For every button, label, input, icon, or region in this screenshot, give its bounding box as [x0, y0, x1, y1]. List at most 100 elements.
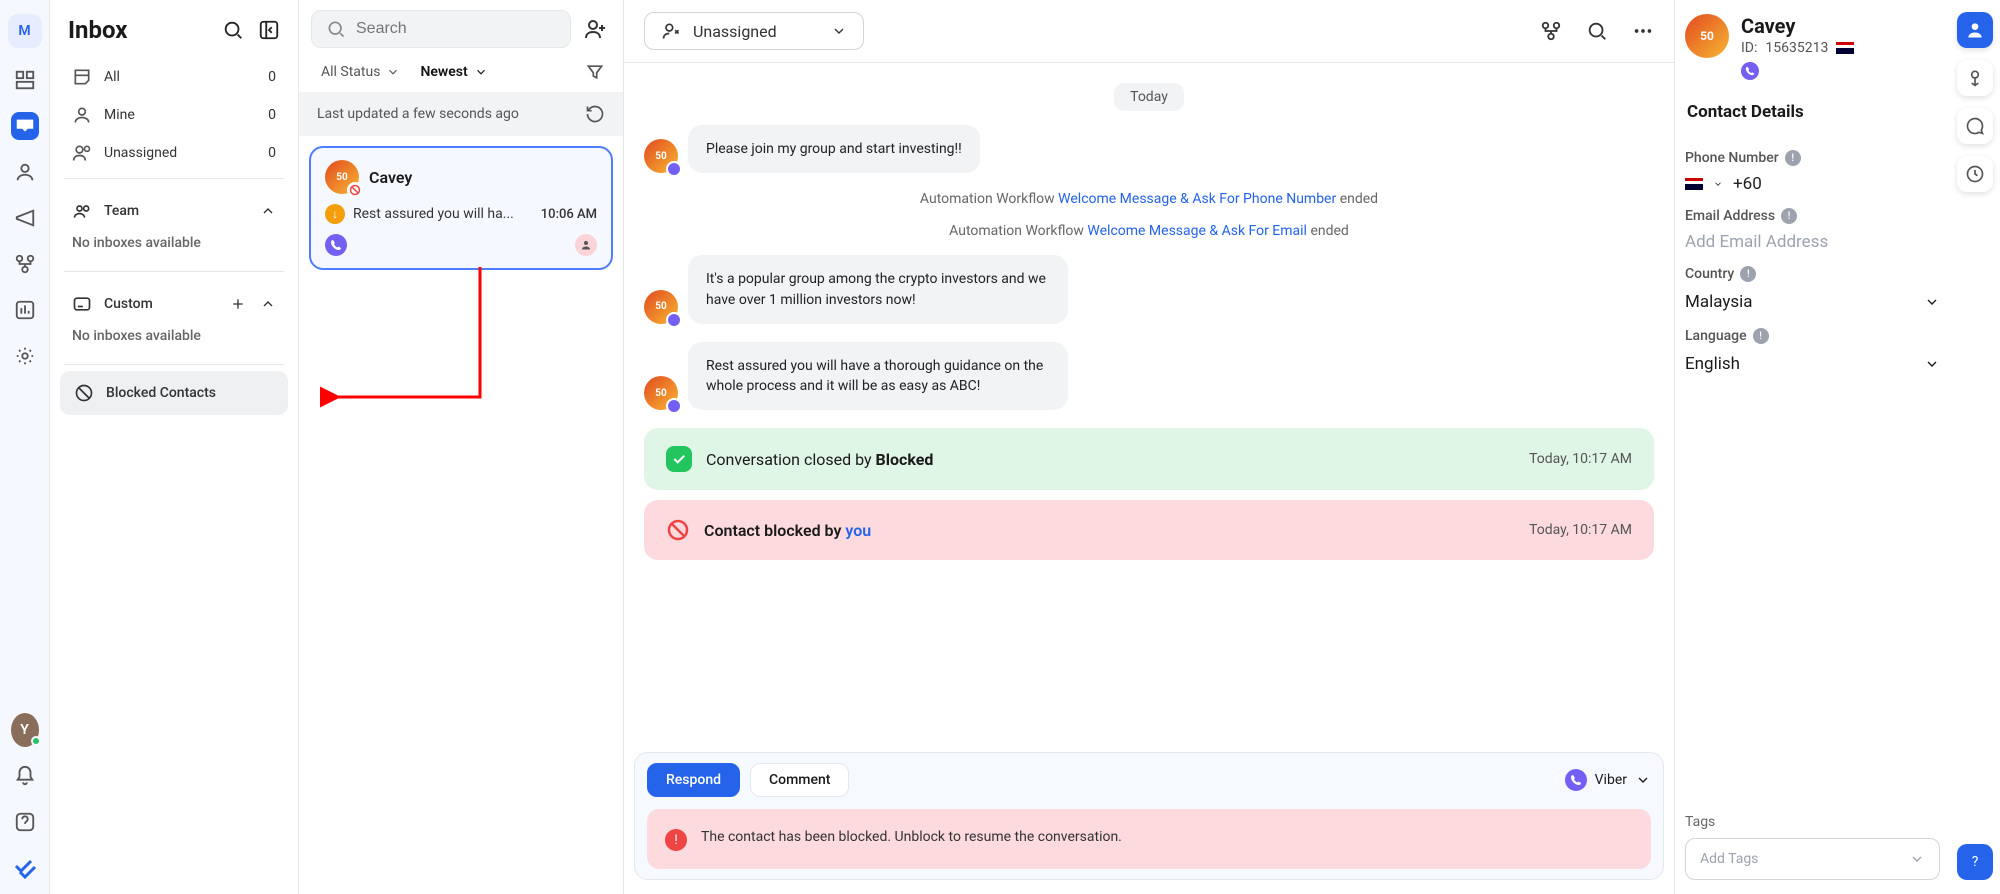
inbox-icon[interactable] [11, 112, 39, 140]
conversation-card[interactable]: Cavey ↓ Rest assured you will ha... 10:0… [309, 146, 613, 270]
block-icon [666, 518, 690, 542]
right-rail: ? [1950, 0, 2000, 894]
filter-icon[interactable] [585, 62, 605, 82]
contact-name: Cavey [1741, 14, 1854, 38]
conversation-list: All Status Newest Last updated a few sec… [299, 0, 624, 894]
flag-icon [1685, 178, 1703, 190]
app-rail: M Y [0, 0, 50, 894]
chevron-up-icon[interactable] [260, 203, 276, 219]
conversation-pane: Unassigned Today Please join my group an… [624, 0, 1675, 894]
event-timestamp: Today, 10:17 AM [1529, 451, 1632, 467]
assignee-avatar-icon [575, 234, 597, 256]
info-icon[interactable]: ! [1740, 266, 1756, 282]
more-icon[interactable] [1632, 20, 1654, 42]
workflow-icon[interactable] [11, 250, 39, 278]
country-label: Country! [1685, 266, 1940, 282]
search-icon [326, 19, 346, 39]
alert-icon: ! [665, 829, 687, 851]
channel-select[interactable]: Viber [1565, 769, 1651, 791]
collapse-sidebar-icon[interactable] [258, 19, 280, 41]
status-filter[interactable]: All Status [321, 64, 400, 80]
inbox-all[interactable]: All 0 [60, 58, 288, 96]
search-icon[interactable] [222, 19, 244, 41]
workflow-link[interactable]: Welcome Message & Ask For Phone Number [1058, 191, 1336, 207]
blocked-banner: Contact blocked by you Today, 10:17 AM [644, 500, 1654, 560]
system-event: Automation Workflow Welcome Message & As… [644, 223, 1654, 239]
contacts-icon[interactable] [11, 158, 39, 186]
country-select[interactable]: Malaysia [1685, 290, 1940, 314]
inbox-mine[interactable]: Mine 0 [60, 96, 288, 134]
workflow-link[interactable]: Welcome Message & Ask For Email [1087, 223, 1307, 239]
settings-icon[interactable] [11, 342, 39, 370]
contact-name: Cavey [369, 168, 412, 187]
check-icon [666, 446, 692, 472]
message-preview: Rest assured you will ha... [353, 206, 533, 222]
add-contact-icon[interactable] [583, 17, 607, 41]
chevron-up-icon[interactable] [260, 296, 276, 312]
user-avatar[interactable]: Y [11, 716, 39, 744]
add-custom-icon[interactable] [230, 296, 246, 312]
info-icon[interactable]: ! [1785, 150, 1801, 166]
unassigned-icon [72, 143, 92, 163]
inbound-icon: ↓ [325, 204, 345, 224]
message-bubble: Rest assured you will have a thorough gu… [688, 342, 1068, 411]
language-select[interactable]: English [1685, 352, 1940, 376]
workspace-avatar[interactable]: M [8, 14, 42, 48]
contact-avatar [1685, 14, 1729, 58]
custom-section[interactable]: Custom [60, 284, 288, 324]
phone-field[interactable]: +60 [1685, 174, 1940, 194]
search-icon[interactable] [1586, 20, 1608, 42]
system-event: Automation Workflow Welcome Message & As… [644, 191, 1654, 207]
search-box[interactable] [311, 10, 571, 48]
tags-input[interactable]: Add Tags [1685, 838, 1940, 880]
message-row: Please join my group and start investing… [644, 125, 1654, 173]
custom-empty: No inboxes available [60, 324, 288, 358]
tags-label: Tags [1685, 814, 1940, 830]
inbox-sidebar: Inbox All 0 Mine 0 Unassigned 0 Team No … [50, 0, 299, 894]
mine-icon [72, 105, 92, 125]
activity-icon[interactable] [1957, 60, 1993, 96]
inbox-unassigned[interactable]: Unassigned 0 [60, 134, 288, 172]
contact-details-title: Contact Details [1687, 102, 1940, 122]
last-updated: Last updated a few seconds ago [299, 92, 623, 136]
help-icon[interactable] [11, 808, 39, 836]
reports-icon[interactable] [11, 296, 39, 324]
help-fab[interactable]: ? [1957, 844, 1993, 880]
sort-filter[interactable]: Newest [420, 64, 487, 80]
viber-icon [1741, 62, 1759, 80]
contact-avatar [325, 160, 359, 194]
closed-banner: Conversation closed by Blocked Today, 10… [644, 428, 1654, 490]
team-section[interactable]: Team [60, 191, 288, 231]
team-empty: No inboxes available [60, 231, 288, 265]
viber-badge-icon [666, 161, 682, 177]
person-icon [661, 21, 681, 41]
info-icon[interactable]: ! [1781, 208, 1797, 224]
custom-icon [72, 294, 92, 314]
email-field[interactable]: Add Email Address [1685, 232, 1940, 252]
chevron-down-icon [831, 23, 847, 39]
message-row: It's a popular group among the crypto in… [644, 255, 1654, 324]
email-label: Email Address! [1685, 208, 1940, 224]
inbox-title: Inbox [68, 16, 127, 44]
viber-badge-icon [666, 312, 682, 328]
viber-channel-icon [325, 234, 347, 256]
contact-panel: Cavey ID: 15635213 Contact Details Phone… [1675, 0, 1950, 894]
refresh-icon[interactable] [585, 104, 605, 124]
respond-tab[interactable]: Respond [647, 763, 740, 797]
search-input[interactable] [356, 20, 556, 38]
dashboard-icon[interactable] [11, 66, 39, 94]
contact-panel-toggle[interactable] [1957, 12, 1993, 48]
workflow-icon[interactable] [1540, 20, 1562, 42]
blocked-badge-icon [347, 182, 363, 198]
info-icon[interactable]: ! [1753, 328, 1769, 344]
history-icon[interactable] [1957, 156, 1993, 192]
assignee-select[interactable]: Unassigned [644, 12, 864, 50]
comment-tab[interactable]: Comment [750, 763, 849, 797]
whatsapp-icon[interactable] [1957, 108, 1993, 144]
broadcast-icon[interactable] [11, 204, 39, 232]
notifications-icon[interactable] [11, 762, 39, 790]
user-link[interactable]: you [845, 521, 871, 540]
message-row: Rest assured you will have a thorough gu… [644, 342, 1654, 411]
viber-badge-icon [666, 398, 682, 414]
blocked-contacts[interactable]: Blocked Contacts [60, 371, 288, 415]
